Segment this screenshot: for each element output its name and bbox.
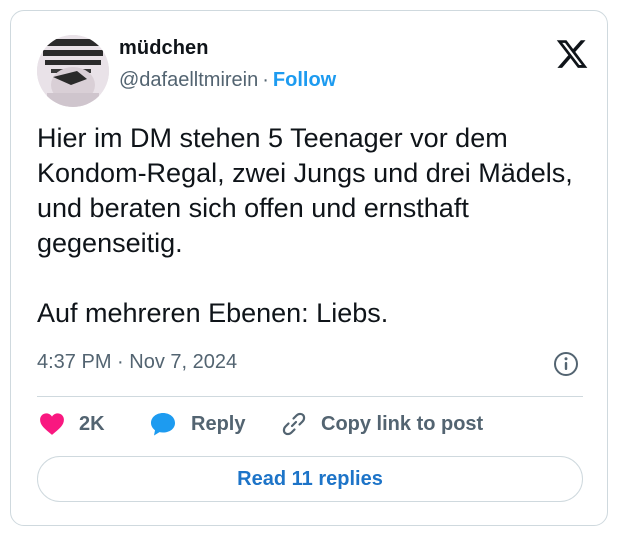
avatar[interactable]	[37, 35, 109, 107]
user-handle[interactable]: @dafaelltmirein	[119, 69, 258, 91]
display-name[interactable]: müdchen	[119, 37, 209, 60]
handle-row: @dafaelltmirein · Follow	[119, 69, 336, 92]
like-count: 2K	[79, 412, 105, 435]
heart-icon	[39, 412, 65, 436]
info-icon[interactable]	[553, 351, 579, 377]
read-replies-label: Read 11 replies	[237, 467, 383, 490]
separator-dot: ·	[262, 69, 269, 91]
reply-label: Reply	[191, 412, 246, 435]
speech-bubble-icon	[149, 411, 177, 437]
action-bar: 2K Reply Copy link to post	[37, 409, 597, 439]
x-logo-icon[interactable]	[555, 37, 589, 71]
divider	[37, 396, 583, 397]
copy-link-label: Copy link to post	[321, 412, 484, 435]
follow-button[interactable]: Follow	[273, 69, 336, 91]
avatar-image	[37, 35, 109, 107]
copy-link-button[interactable]: Copy link to post	[281, 409, 483, 439]
link-icon	[281, 411, 307, 437]
tweet-text: Hier im DM stehen 5 Teenager vor dem Kon…	[37, 123, 573, 328]
like-button[interactable]: 2K	[39, 409, 105, 439]
tweet-timestamp[interactable]: 4:37 PM · Nov 7, 2024	[37, 351, 237, 374]
read-replies-button[interactable]: Read 11 replies	[37, 456, 583, 502]
reply-button[interactable]: Reply	[149, 409, 245, 439]
tweet-card: müdchen @dafaelltmirein · Follow Hier im D…	[10, 10, 608, 526]
